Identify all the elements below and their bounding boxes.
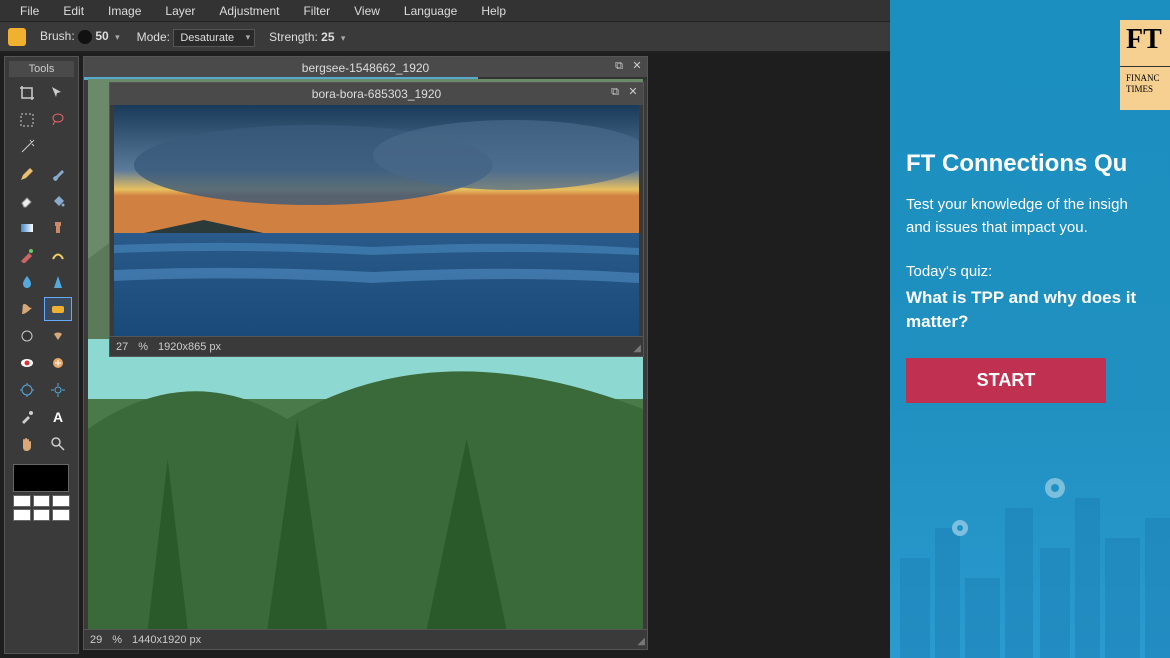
workspace: bergsee-1548662_1920 ⧉ ✕	[79, 52, 955, 658]
color-swatches	[9, 460, 74, 525]
tool-empty1	[44, 135, 72, 159]
doc-statusbar: 27 % 1920x865 px ◢	[110, 336, 643, 356]
tool-smudge[interactable]	[13, 297, 41, 321]
tool-eyedropper[interactable]	[13, 405, 41, 429]
doc-title: bora-bora-685303_1920	[312, 87, 441, 101]
tool-replace-color[interactable]	[13, 243, 41, 267]
mode-control: Mode: Desaturate	[137, 30, 256, 44]
ad-quiz-label: Today's quiz:	[906, 263, 1154, 280]
ft-logo: FT FINANC TIMES	[1120, 20, 1170, 110]
menu-adjustment[interactable]: Adjustment	[207, 1, 291, 21]
doc-titlebar[interactable]: bergsee-1548662_1920 ⧉ ✕	[84, 57, 647, 79]
ad-quiz-question: What is TPP and why does it matter?	[906, 286, 1154, 334]
doc-canvas[interactable]	[114, 105, 639, 336]
ad-start-button[interactable]: START	[906, 358, 1106, 403]
foreground-color[interactable]	[13, 464, 69, 492]
menu-help[interactable]: Help	[469, 1, 518, 21]
svg-text:A: A	[53, 409, 63, 425]
ad-body: Test your knowledge of the insigh and is…	[906, 194, 1154, 239]
document-bora-bora[interactable]: bora-bora-685303_1920 ⧉ ✕	[109, 82, 644, 357]
resize-grip-icon[interactable]: ◢	[637, 636, 645, 647]
tool-sharpen[interactable]	[44, 270, 72, 294]
tool-spot-heal[interactable]	[44, 351, 72, 375]
palette-swatch[interactable]	[13, 509, 31, 521]
city-silhouette-icon	[890, 438, 1170, 658]
brush-control[interactable]: Brush: 50 ▾	[40, 29, 123, 44]
tools-title: Tools	[9, 61, 74, 77]
tool-blur[interactable]	[13, 270, 41, 294]
tool-redeye[interactable]	[13, 351, 41, 375]
menu-file[interactable]: File	[8, 1, 51, 21]
menu-layer[interactable]: Layer	[153, 1, 207, 21]
zoom-value: 27	[116, 341, 128, 353]
tool-zoom[interactable]	[44, 432, 72, 456]
tool-hand[interactable]	[13, 432, 41, 456]
tool-bucket[interactable]	[44, 189, 72, 213]
tool-pinch[interactable]	[44, 378, 72, 402]
doc-titlebar[interactable]: bora-bora-685303_1920 ⧉ ✕	[110, 83, 643, 105]
close-icon[interactable]: ✕	[627, 86, 639, 98]
tool-dodge[interactable]	[13, 324, 41, 348]
tool-move[interactable]	[44, 81, 72, 105]
strength-control: Strength: 25 ▾	[269, 30, 348, 44]
palette-swatch[interactable]	[33, 509, 51, 521]
tool-draw[interactable]	[44, 243, 72, 267]
close-icon[interactable]: ✕	[631, 60, 643, 72]
menu-image[interactable]: Image	[96, 1, 153, 21]
tool-wand[interactable]	[13, 135, 41, 159]
tool-marquee[interactable]	[13, 108, 41, 132]
tool-brush[interactable]	[44, 162, 72, 186]
zoom-value: 29	[90, 634, 102, 646]
brush-preview-icon	[78, 30, 92, 44]
tool-type[interactable]: A	[44, 405, 72, 429]
palette-swatch[interactable]	[33, 495, 51, 507]
tool-pencil[interactable]	[13, 162, 41, 186]
menu-language[interactable]: Language	[392, 1, 469, 21]
tool-clone[interactable]	[44, 216, 72, 240]
tool-sponge[interactable]	[44, 297, 72, 321]
palette-swatch[interactable]	[52, 509, 70, 521]
menu-view[interactable]: View	[342, 1, 392, 21]
tool-eraser[interactable]	[13, 189, 41, 213]
dimensions: 1920x865 px	[158, 341, 221, 353]
tool-burn[interactable]	[44, 324, 72, 348]
tool-lasso[interactable]	[44, 108, 72, 132]
tool-bloat[interactable]	[13, 378, 41, 402]
resize-grip-icon[interactable]: ◢	[633, 343, 641, 354]
tool-crop[interactable]	[13, 81, 41, 105]
maximize-icon[interactable]: ⧉	[613, 60, 625, 72]
caret-down-icon[interactable]: ▾	[112, 32, 123, 42]
doc-statusbar: 29 % 1440x1920 px ◢	[84, 629, 647, 649]
dimensions: 1440x1920 px	[132, 634, 201, 646]
tools-panel: Tools A	[4, 56, 79, 654]
mode-dropdown[interactable]: Desaturate	[173, 29, 255, 47]
doc-title: bergsee-1548662_1920	[302, 61, 429, 75]
ad-title: FT Connections Qu	[906, 150, 1154, 178]
ad-sidebar: FT FINANC TIMES FT Connections Qu Test y…	[890, 0, 1170, 658]
palette-swatch[interactable]	[13, 495, 31, 507]
menu-edit[interactable]: Edit	[51, 1, 96, 21]
menu-filter[interactable]: Filter	[291, 1, 342, 21]
tool-indicator-icon	[8, 28, 26, 46]
tool-gradient[interactable]	[13, 216, 41, 240]
caret-down-icon[interactable]: ▾	[338, 33, 349, 43]
palette-swatch[interactable]	[52, 495, 70, 507]
maximize-icon[interactable]: ⧉	[609, 86, 621, 98]
